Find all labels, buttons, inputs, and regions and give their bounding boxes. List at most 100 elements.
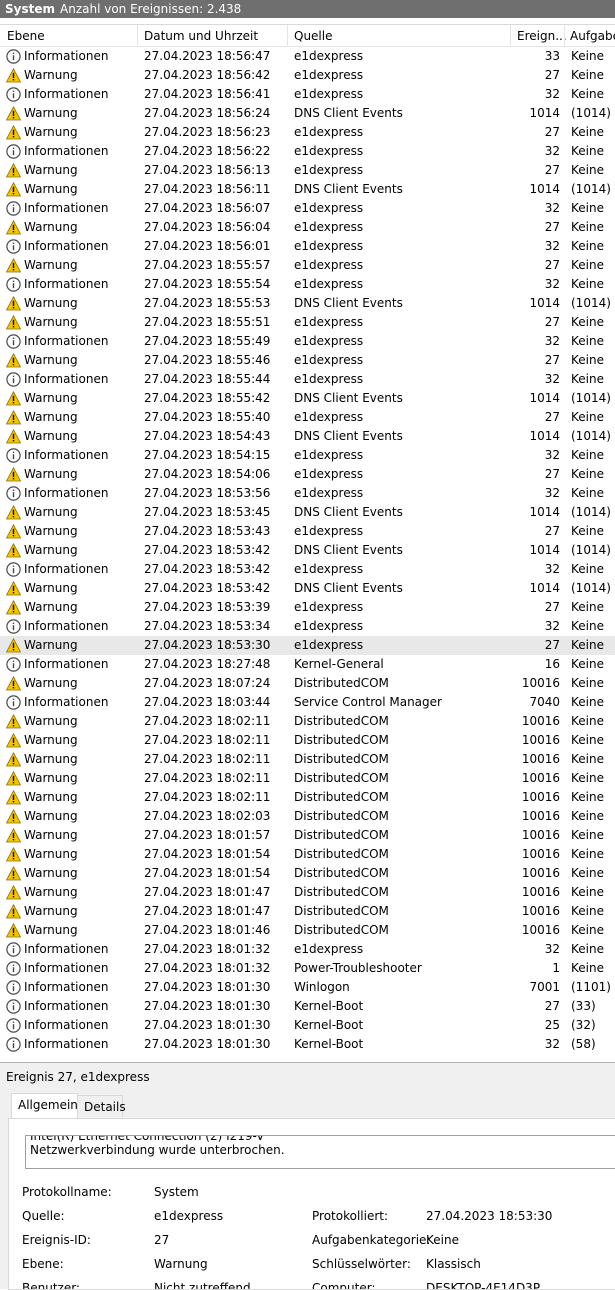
event-id-cell: 32 <box>544 277 560 291</box>
event-id-cell: 1014 <box>529 182 560 196</box>
event-list[interactable]: Ebene Datum und Uhrzeit Quelle Ereign...… <box>0 24 615 1060</box>
table-row[interactable]: Warnung 27.04.2023 18:02:11 DistributedCOM… <box>0 731 615 750</box>
table-row[interactable]: Informationen 27.04.2023 18:27:48 Kernel-G… <box>0 655 615 674</box>
task-cell: Keine <box>571 372 604 386</box>
table-row[interactable]: Warnung 27.04.2023 18:53:42 DNS Client Eve… <box>0 541 615 560</box>
column-divider[interactable] <box>510 25 511 47</box>
event-description[interactable]: Intel(R) Ethernet Connection (2) I219-V … <box>25 1135 615 1169</box>
table-row[interactable]: Warnung 27.04.2023 18:53:45 DNS Client Eve… <box>0 503 615 522</box>
table-row[interactable]: Informationen 27.04.2023 18:55:54 e1dexpre… <box>0 275 615 294</box>
table-row[interactable]: Warnung 27.04.2023 18:53:43 e1dexpress 27 Ke… <box>0 522 615 541</box>
datetime-cell: 27.04.2023 18:53:30 <box>144 638 271 652</box>
source-cell: Kernel-Boot <box>294 999 364 1013</box>
table-row[interactable]: Warnung 27.04.2023 18:53:39 e1dexpress 27 Ke… <box>0 598 615 617</box>
table-row[interactable]: Informationen 27.04.2023 18:55:44 e1dexpre… <box>0 370 615 389</box>
table-row[interactable]: Warnung 27.04.2023 18:55:42 DNS Client Eve… <box>0 389 615 408</box>
level-cell: Warnung <box>24 904 78 918</box>
column-header-level[interactable]: Ebene <box>7 29 45 43</box>
table-row[interactable]: Warnung 27.04.2023 18:01:54 DistributedCOM… <box>0 845 615 864</box>
column-divider[interactable] <box>564 25 565 47</box>
event-id-cell: 1 <box>552 961 560 975</box>
datetime-cell: 27.04.2023 18:55:57 <box>144 258 271 272</box>
tab-details[interactable]: Details <box>77 1095 126 1117</box>
table-row[interactable]: Informationen 27.04.2023 18:01:32 e1dexpre… <box>0 940 615 959</box>
level-cell: Warnung <box>24 543 78 557</box>
table-row[interactable]: Informationen 27.04.2023 18:56:01 e1dexpre… <box>0 237 615 256</box>
table-row[interactable]: Warnung 27.04.2023 18:02:11 DistributedCOM… <box>0 712 615 731</box>
table-row[interactable]: Informationen 27.04.2023 18:01:32 Power-Tr… <box>0 959 615 978</box>
table-row[interactable]: Warnung 27.04.2023 18:53:30 e1dexpress 27 Ke… <box>0 636 615 655</box>
table-row[interactable]: Warnung 27.04.2023 18:01:47 DistributedCOM… <box>0 883 615 902</box>
table-row[interactable]: Warnung 27.04.2023 18:02:03 DistributedCOM… <box>0 807 615 826</box>
info-icon <box>6 961 21 976</box>
table-row[interactable]: Warnung 27.04.2023 18:56:23 e1dexpress 27 Ke… <box>0 123 615 142</box>
tab-general[interactable]: Allgemein <box>11 1093 78 1118</box>
event-list-header: Ebene Datum und Uhrzeit Quelle Ereign...… <box>0 25 615 47</box>
datetime-cell: 27.04.2023 18:53:45 <box>144 505 271 519</box>
table-row[interactable]: Warnung 27.04.2023 18:01:47 DistributedCOM… <box>0 902 615 921</box>
table-row[interactable]: Informationen 27.04.2023 18:55:49 e1dexpre… <box>0 332 615 351</box>
level-cell: Informationen <box>24 980 109 994</box>
table-row[interactable]: Warnung 27.04.2023 18:56:24 DNS Client Eve… <box>0 104 615 123</box>
level-cell: Warnung <box>24 828 78 842</box>
table-row[interactable]: Informationen 27.04.2023 18:56:22 e1dexpre… <box>0 142 615 161</box>
table-row[interactable]: Informationen 27.04.2023 18:56:47 e1dexpre… <box>0 47 615 66</box>
table-row[interactable]: Warnung 27.04.2023 18:55:51 e1dexpress 27 Ke… <box>0 313 615 332</box>
table-row[interactable]: Warnung 27.04.2023 18:55:53 DNS Client Eve… <box>0 294 615 313</box>
table-row[interactable]: Warnung 27.04.2023 18:07:24 DistributedCOM… <box>0 674 615 693</box>
column-header-task[interactable]: Aufgabe <box>570 29 615 43</box>
table-row[interactable]: Warnung 27.04.2023 18:01:54 DistributedCOM… <box>0 864 615 883</box>
table-row[interactable]: Warnung 27.04.2023 18:02:11 DistributedCOM… <box>0 750 615 769</box>
source-cell: e1dexpress <box>294 524 364 538</box>
table-row[interactable]: Informationen 27.04.2023 18:01:30 Winlogon… <box>0 978 615 997</box>
table-row[interactable]: Informationen 27.04.2023 18:01:30 Kernel-B… <box>0 1035 615 1054</box>
table-row[interactable]: Informationen 27.04.2023 18:03:44 Service … <box>0 693 615 712</box>
level-cell: Informationen <box>24 562 109 576</box>
column-header-event-id[interactable]: Ereign... <box>517 29 567 43</box>
level-cell: Warnung <box>24 790 78 804</box>
table-row[interactable]: Warnung 27.04.2023 18:02:11 DistributedCOM… <box>0 788 615 807</box>
table-row[interactable]: Warnung 27.04.2023 18:54:06 e1dexpress 27 Ke… <box>0 465 615 484</box>
level-cell: Warnung <box>24 581 78 595</box>
event-id-cell: 27 <box>544 467 560 481</box>
table-row[interactable]: Informationen 27.04.2023 18:53:42 e1dexpre… <box>0 560 615 579</box>
table-row[interactable]: Warnung 27.04.2023 18:01:57 DistributedCOM… <box>0 826 615 845</box>
table-row[interactable]: Warnung 27.04.2023 18:55:40 e1dexpress 27 Ke… <box>0 408 615 427</box>
table-row[interactable]: Warnung 27.04.2023 18:54:43 DNS Client Eve… <box>0 427 615 446</box>
warning-icon <box>6 847 21 862</box>
column-header-source[interactable]: Quelle <box>294 29 332 43</box>
table-row[interactable]: Warnung 27.04.2023 18:02:11 DistributedCOM… <box>0 769 615 788</box>
table-row[interactable]: Warnung 27.04.2023 18:56:04 e1dexpress 27 Ke… <box>0 218 615 237</box>
table-row[interactable]: Informationen 27.04.2023 18:54:15 e1dexpre… <box>0 446 615 465</box>
table-row[interactable]: Warnung 27.04.2023 18:01:46 DistributedCOM… <box>0 921 615 940</box>
table-row[interactable]: Informationen 27.04.2023 18:53:56 e1dexpre… <box>0 484 615 503</box>
event-id-cell: 27 <box>544 600 560 614</box>
level-cell: Warnung <box>24 505 78 519</box>
level-cell: Warnung <box>24 638 78 652</box>
task-cell: Keine <box>571 220 604 234</box>
warning-icon <box>6 790 21 805</box>
table-row[interactable]: Informationen 27.04.2023 18:01:30 Kernel-B… <box>0 1016 615 1035</box>
column-divider[interactable] <box>287 25 288 47</box>
description-line: Intel(R) Ethernet Connection (2) I219-V <box>30 1135 265 1143</box>
table-row[interactable]: Warnung 27.04.2023 18:56:11 DNS Client Eve… <box>0 180 615 199</box>
level-cell: Warnung <box>24 220 78 234</box>
warning-icon <box>6 714 21 729</box>
table-row[interactable]: Warnung 27.04.2023 18:55:46 e1dexpress 27 Ke… <box>0 351 615 370</box>
table-row[interactable]: Warnung 27.04.2023 18:55:57 e1dexpress 27 Ke… <box>0 256 615 275</box>
table-row[interactable]: Informationen 27.04.2023 18:56:07 e1dexpre… <box>0 199 615 218</box>
datetime-cell: 27.04.2023 18:01:46 <box>144 923 271 937</box>
field-value: Klassisch <box>426 1257 481 1271</box>
table-row[interactable]: Informationen 27.04.2023 18:01:30 Kernel-B… <box>0 997 615 1016</box>
table-row[interactable]: Warnung 27.04.2023 18:53:42 DNS Client Eve… <box>0 579 615 598</box>
table-row[interactable]: Warnung 27.04.2023 18:56:42 e1dexpress 27 Ke… <box>0 66 615 85</box>
warning-icon <box>6 600 21 615</box>
table-row[interactable]: Informationen 27.04.2023 18:56:41 e1dexpre… <box>0 85 615 104</box>
column-divider[interactable] <box>137 25 138 47</box>
table-row[interactable]: Warnung 27.04.2023 18:56:13 e1dexpress 27 Ke… <box>0 161 615 180</box>
column-header-datetime[interactable]: Datum und Uhrzeit <box>144 29 258 43</box>
task-cell: (1014) <box>571 296 611 310</box>
table-row[interactable]: Informationen 27.04.2023 18:53:34 e1dexpre… <box>0 617 615 636</box>
source-cell: DNS Client Events <box>294 296 403 310</box>
level-cell: Informationen <box>24 448 109 462</box>
